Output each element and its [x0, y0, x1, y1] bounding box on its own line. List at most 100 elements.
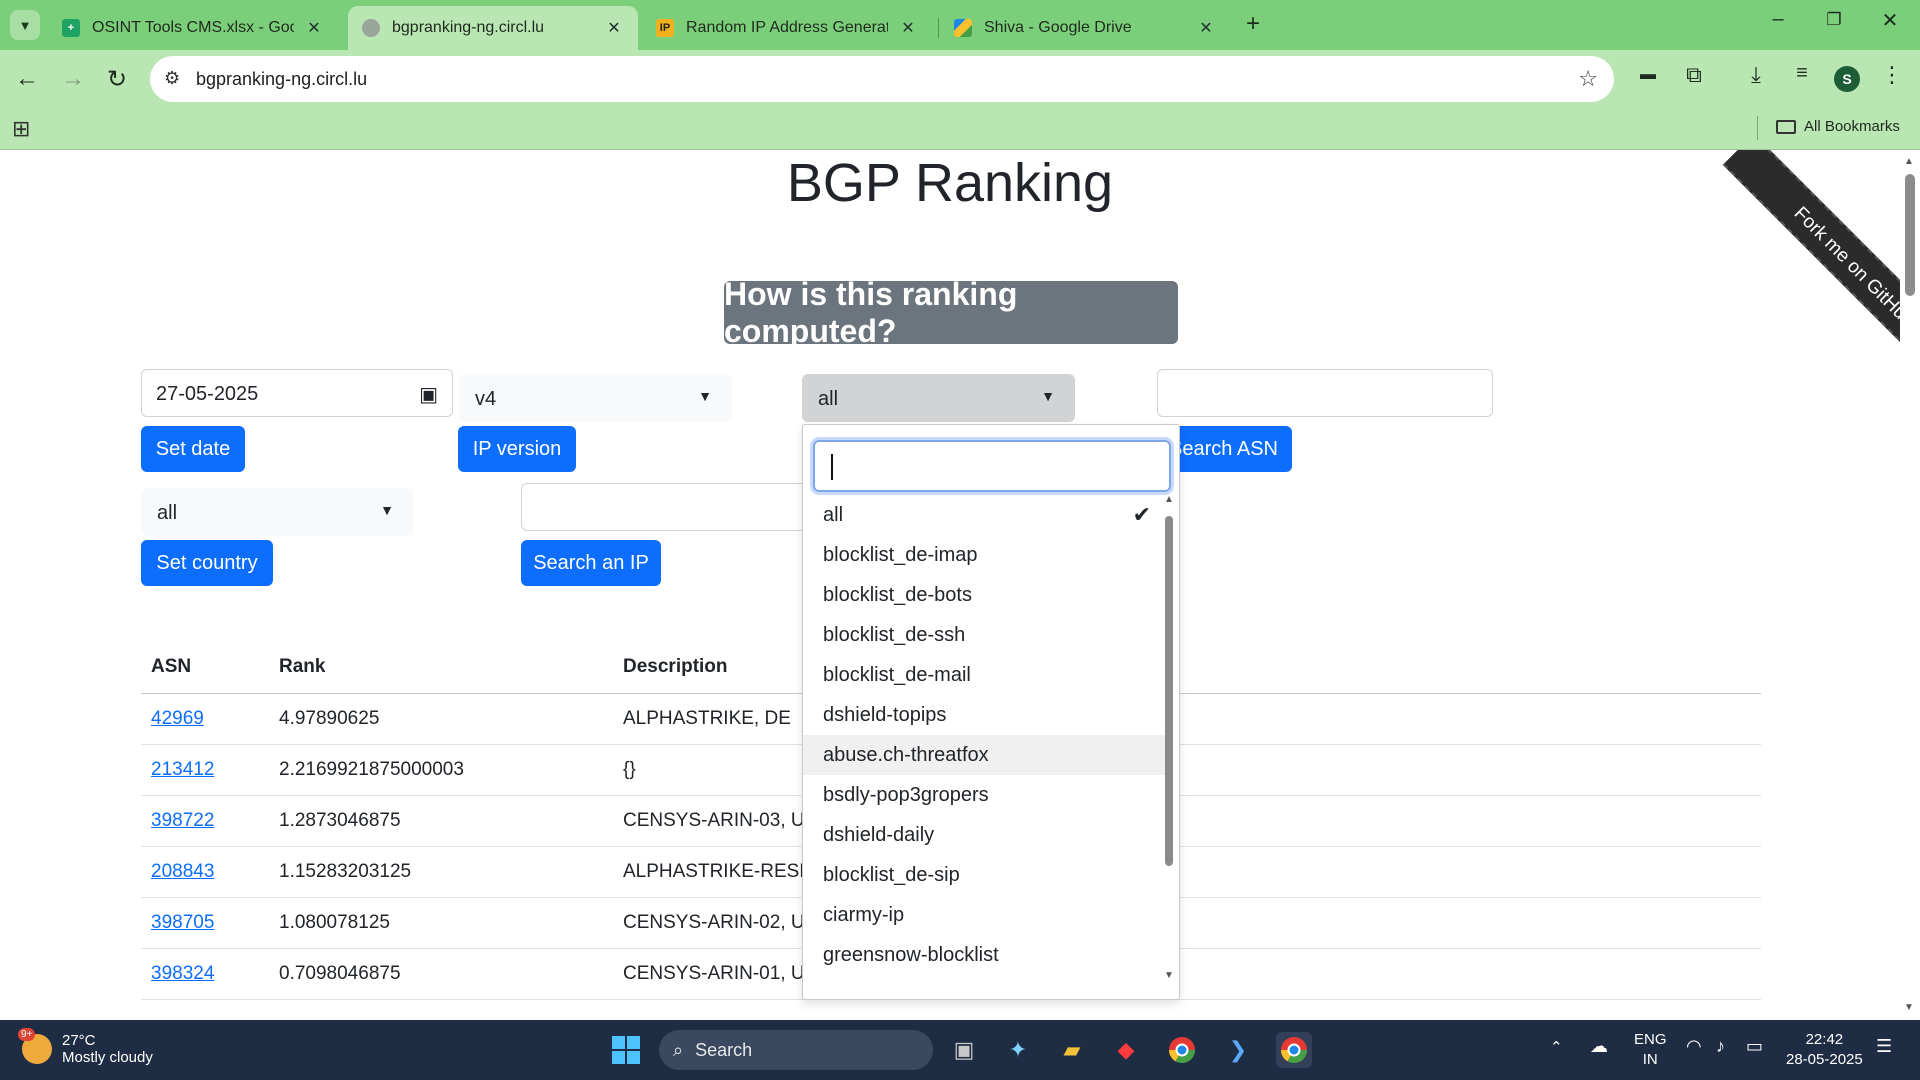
volume-icon[interactable]: ♪ — [1716, 1036, 1725, 1056]
asn-cell: 42969 — [141, 693, 269, 745]
ip-search-input[interactable] — [521, 483, 811, 531]
page-title: BGP Ranking — [786, 153, 1114, 213]
clock[interactable]: 22:42 28-05-2025 — [1786, 1030, 1863, 1070]
asn-link[interactable]: 398324 — [151, 963, 214, 984]
caret-down-icon: ▼ — [1041, 388, 1055, 404]
site-info-icon[interactable]: ⚙ — [164, 68, 180, 89]
minimize-button[interactable]: – — [1758, 8, 1798, 31]
notifications-icon[interactable]: ☰ — [1876, 1036, 1892, 1056]
menu-icon[interactable]: ⋮ — [1876, 62, 1908, 88]
back-button[interactable]: ← — [10, 62, 44, 96]
dropdown-option[interactable]: dshield-topips — [803, 695, 1165, 735]
scroll-up-arrow-icon[interactable]: ▲ — [1163, 494, 1175, 505]
dropdown-option[interactable]: blocklist_de-sip — [803, 855, 1165, 895]
copilot-icon[interactable]: ✦ — [1000, 1032, 1036, 1068]
reload-button[interactable]: ↻ — [100, 62, 134, 96]
chevron-up-icon[interactable]: ⌃ — [1550, 1038, 1563, 1058]
restore-button[interactable]: ❐ — [1814, 10, 1854, 30]
tab-title: Random IP Address Generator, — [686, 19, 888, 36]
dropdown-option[interactable]: blocklist_de-ssh — [803, 615, 1165, 655]
weather-widget[interactable]: 9+ 27°C Mostly cloudy — [18, 1028, 153, 1066]
scroll-up-arrow-icon[interactable]: ▲ — [1904, 156, 1914, 167]
close-window-button[interactable]: ✕ — [1870, 8, 1910, 33]
ip-version-select[interactable]: v4 ▼ — [459, 374, 732, 422]
tab-bgpranking[interactable]: bgpranking-ng.circl.lu ✕ — [348, 6, 638, 50]
ip-version-button[interactable]: IP version — [458, 426, 576, 472]
dropdown-option-hovered[interactable]: abuse.ch-threatfox — [803, 735, 1165, 775]
globe-icon — [362, 19, 380, 37]
file-explorer-icon[interactable]: ▰ — [1054, 1032, 1090, 1068]
sheets-icon: + — [62, 19, 80, 37]
bookmark-star-icon[interactable]: ☆ — [1578, 66, 1598, 92]
dropdown-scrollbar[interactable]: ▲ ▼ — [1163, 494, 1175, 984]
search-label: Search — [695, 1039, 753, 1060]
dropdown-option[interactable]: greensnow-blocklist — [803, 935, 1165, 975]
tab-osint-tools[interactable]: + OSINT Tools CMS.xlsx - Google ✕ — [48, 6, 338, 50]
scrollbar-thumb[interactable] — [1905, 174, 1915, 296]
windows-start-icon[interactable] — [608, 1032, 644, 1068]
address-bar[interactable]: ⚙ bgpranking-ng.circl.lu ☆ — [150, 56, 1614, 102]
description-cell: CENSYS-ARIN-02, US — [613, 897, 1761, 949]
date-input[interactable]: 27-05-2025 ▣ — [141, 369, 453, 417]
wifi-icon[interactable]: ◠ — [1686, 1036, 1702, 1056]
battery-icon[interactable]: ▭ — [1746, 1036, 1763, 1056]
asn-link[interactable]: 208843 — [151, 861, 214, 882]
dropdown-option[interactable]: blocklist_de-imap — [803, 535, 1165, 575]
asn-link[interactable]: 213412 — [151, 759, 214, 780]
rank-cell: 1.2873046875 — [269, 795, 613, 847]
taskbar-search[interactable]: ⌕ Search — [659, 1030, 933, 1070]
dropdown-option-all[interactable]: all ✔ — [803, 495, 1165, 535]
dropdown-search-input[interactable] — [813, 440, 1171, 492]
search-ip-button[interactable]: Search an IP — [521, 540, 661, 586]
asn-cell: 398324 — [141, 948, 269, 1000]
dropdown-option[interactable]: blocklist_de-mail — [803, 655, 1165, 695]
how-ranking-computed-button[interactable]: How is this ranking computed? — [724, 276, 1178, 349]
close-icon[interactable]: ✕ — [898, 18, 918, 38]
asn-cell: 398722 — [141, 795, 269, 847]
close-icon[interactable]: ✕ — [1196, 18, 1216, 38]
chrome-profile-icon[interactable] — [1276, 1032, 1312, 1068]
calendar-icon[interactable]: ▣ — [419, 382, 438, 407]
tab-random-ip[interactable]: IP Random IP Address Generator, ✕ — [642, 6, 932, 50]
source-select[interactable]: all ▼ — [802, 374, 1075, 422]
media-icon[interactable]: ▬ — [1632, 66, 1664, 84]
asn-link[interactable]: 398722 — [151, 810, 214, 831]
onedrive-icon[interactable]: ☁ — [1590, 1036, 1608, 1056]
close-icon[interactable]: ✕ — [604, 18, 624, 38]
task-view-icon[interactable]: ▣ — [946, 1032, 982, 1068]
dropdown-option[interactable]: ciarmy-ip — [803, 895, 1165, 935]
scrollbar-thumb[interactable] — [1165, 516, 1173, 866]
dropdown-option[interactable]: bsdly-pop3gropers — [803, 775, 1165, 815]
new-tab-button[interactable]: + — [1246, 10, 1260, 38]
chevron-down-icon: ▼ — [18, 17, 32, 33]
asn-cell: 208843 — [141, 846, 269, 898]
dropdown-option[interactable]: blocklist_de-bots — [803, 575, 1165, 615]
set-country-button[interactable]: Set country — [141, 540, 273, 586]
rank-cell: 1.15283203125 — [269, 846, 613, 898]
asn-link[interactable]: 398705 — [151, 912, 214, 933]
scroll-down-arrow-icon[interactable]: ▼ — [1904, 1002, 1914, 1013]
download-icon[interactable]: ⤓ — [1740, 62, 1772, 88]
page-scrollbar[interactable]: ▲ ▼ — [1900, 150, 1920, 1020]
media-control-icon[interactable]: ≡ — [1786, 62, 1818, 85]
extensions-icon[interactable]: ⧉ — [1678, 62, 1710, 88]
country-select[interactable]: all ▼ — [141, 488, 414, 536]
asn-search-input[interactable] — [1157, 369, 1493, 417]
app-diamond-icon[interactable]: ◆ — [1108, 1032, 1144, 1068]
chrome-icon[interactable] — [1164, 1032, 1200, 1068]
drive-icon — [954, 19, 972, 37]
powershell-icon[interactable]: ❯ — [1220, 1032, 1256, 1068]
asn-link[interactable]: 42969 — [151, 708, 204, 729]
avatar[interactable]: S — [1834, 66, 1860, 92]
scroll-down-arrow-icon[interactable]: ▼ — [1163, 970, 1175, 981]
language-indicator[interactable]: ENG IN — [1634, 1030, 1667, 1070]
tab-separator — [938, 18, 939, 38]
all-bookmarks-button[interactable]: All Bookmarks — [1776, 118, 1900, 135]
close-icon[interactable]: ✕ — [304, 18, 324, 38]
apps-grid-icon[interactable]: ⊞ — [12, 116, 30, 142]
forward-button[interactable]: → — [56, 62, 90, 96]
tab-search-button[interactable]: ▼ — [10, 10, 40, 40]
tab-google-drive[interactable]: Shiva - Google Drive ✕ — [940, 6, 1230, 50]
dropdown-option[interactable]: dshield-daily — [803, 815, 1165, 855]
set-date-button[interactable]: Set date — [141, 426, 245, 472]
